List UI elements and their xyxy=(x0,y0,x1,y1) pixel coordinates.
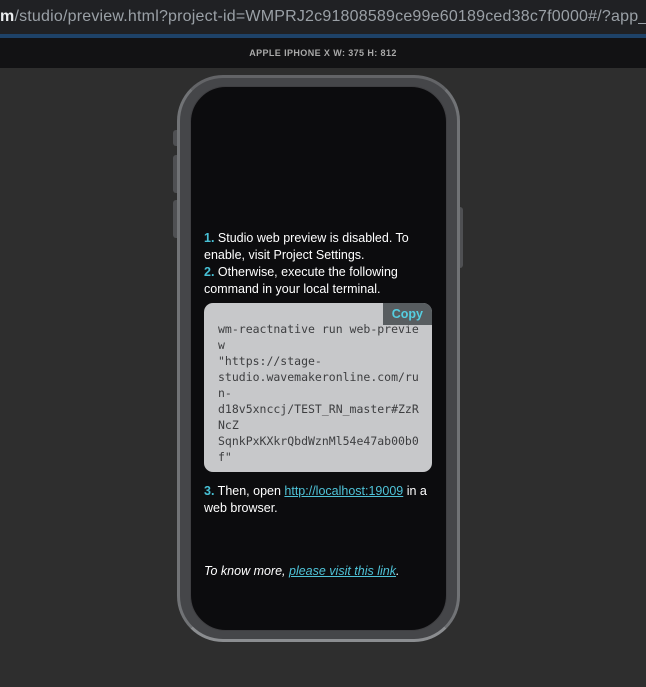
preview-stage: 1. Studio web preview is disabled. To en… xyxy=(0,68,646,687)
know-more-period: . xyxy=(396,564,399,578)
browser-url-bar[interactable]: m/studio/preview.html?project-id=WMPRJ2c… xyxy=(0,0,646,38)
know-more-text: To know more, xyxy=(204,564,289,578)
step-1-text: Studio web preview is disabled. To enabl… xyxy=(204,231,409,262)
device-size-label: APPLE IPHONE X W: 375 H: 812 xyxy=(249,48,397,58)
iphone-x-frame: 1. Studio web preview is disabled. To en… xyxy=(177,75,460,642)
step-3: 3. Then, open http://localhost:19009 in … xyxy=(204,483,432,517)
command-code-block: Copy wm-reactnative run web-preview "htt… xyxy=(204,303,432,472)
step-2: 2. Otherwise, execute the following comm… xyxy=(204,264,432,298)
step-1: 1. Studio web preview is disabled. To en… xyxy=(204,230,432,264)
url-domain-fragment: m xyxy=(0,8,14,26)
know-more-note: To know more, please visit this link. xyxy=(204,563,432,580)
preview-instructions: 1. Studio web preview is disabled. To en… xyxy=(204,230,432,580)
know-more-link[interactable]: please visit this link xyxy=(289,564,396,578)
step-1-number: 1. xyxy=(204,231,214,245)
step-3-number: 3. xyxy=(204,484,214,498)
url-path: /studio/preview.html?project-id=WMPRJ2c9… xyxy=(14,8,646,26)
step-2-number: 2. xyxy=(204,265,214,279)
localhost-link[interactable]: http://localhost:19009 xyxy=(284,484,403,498)
copy-button[interactable]: Copy xyxy=(383,303,432,325)
step-2-text: Otherwise, execute the following command… xyxy=(204,265,398,296)
terminal-command: wm-reactnative run web-preview "https://… xyxy=(218,321,420,465)
step-3-text-before: Then, open xyxy=(214,484,284,498)
device-toolbar: APPLE IPHONE X W: 375 H: 812 xyxy=(0,38,646,68)
phone-screen: 1. Studio web preview is disabled. To en… xyxy=(190,86,447,631)
